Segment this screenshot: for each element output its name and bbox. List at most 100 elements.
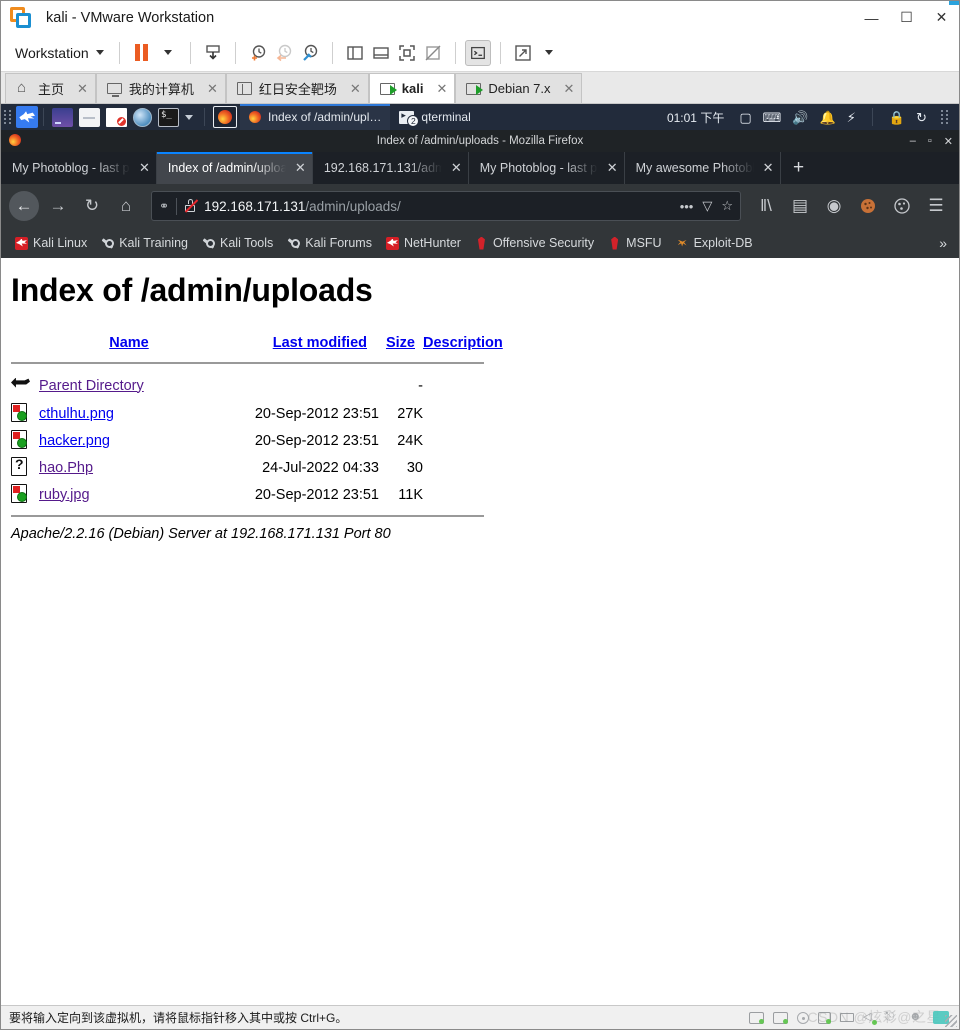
- power-dropdown[interactable]: [155, 40, 181, 66]
- cookie-icon[interactable]: [853, 191, 883, 221]
- file-manager-icon[interactable]: [52, 107, 73, 127]
- sort-name-link[interactable]: Name: [109, 335, 149, 351]
- suspend-button[interactable]: [129, 40, 155, 66]
- power-manager-icon[interactable]: ⚡: [847, 111, 856, 124]
- keyboard-layout-icon[interactable]: ⌨: [763, 111, 782, 124]
- bookmark-nethunter[interactable]: NetHunter: [380, 233, 467, 253]
- browser-tab-4[interactable]: My awesome Photoblo ✕: [625, 152, 781, 184]
- show-desktop-icon[interactable]: ▢: [739, 111, 751, 124]
- pocket-icon[interactable]: ▽: [702, 198, 712, 214]
- bookmarks-overflow-chevron-icon[interactable]: »: [939, 235, 951, 251]
- globe-icon[interactable]: [133, 107, 152, 127]
- manage-snapshots-button[interactable]: [297, 40, 323, 66]
- back-button[interactable]: ←: [9, 191, 39, 221]
- tracking-protection-shield-icon[interactable]: ⚭: [159, 199, 169, 213]
- file-link[interactable]: hacker.png: [39, 433, 110, 449]
- bookmark-kali-tools[interactable]: Kali Tools: [196, 233, 279, 253]
- clock[interactable]: 01:01 下午: [667, 109, 724, 126]
- take-snapshot-button[interactable]: [245, 40, 271, 66]
- printer-icon[interactable]: [840, 1013, 854, 1022]
- panel-handle-icon[interactable]: [4, 109, 13, 126]
- browser-tab-3[interactable]: My Photoblog - last pi ✕: [469, 152, 625, 184]
- task-firefox[interactable]: Index of /admin/upl…: [240, 104, 391, 130]
- container-tabs-icon[interactable]: [887, 191, 917, 221]
- reload-button[interactable]: ↻: [77, 191, 107, 221]
- close-icon[interactable]: ✕: [350, 81, 361, 97]
- vm-tab-debian[interactable]: Debian 7.x ✕: [455, 73, 583, 103]
- sidebar-icon[interactable]: ▤: [785, 191, 815, 221]
- account-icon[interactable]: ◉: [819, 191, 849, 221]
- user-icon[interactable]: [909, 1009, 924, 1024]
- send-ctrl-alt-del-button[interactable]: [200, 40, 226, 66]
- vm-tab-my-computer[interactable]: 我的计算机 ✕: [95, 73, 226, 103]
- show-library-button[interactable]: [342, 40, 368, 66]
- network-adapter-icon[interactable]: [818, 1011, 831, 1024]
- header-name[interactable]: Name: [39, 335, 229, 360]
- resize-grip[interactable]: [945, 1015, 957, 1027]
- unity-button[interactable]: [420, 40, 446, 66]
- forward-button[interactable]: →: [43, 191, 73, 221]
- vm-tab-folder[interactable]: 红日安全靶场 ✕: [225, 73, 369, 103]
- sort-last-modified-link[interactable]: Last modified: [273, 335, 367, 351]
- bookmark-star-icon[interactable]: ☆: [721, 198, 733, 214]
- browser-tab-0[interactable]: My Photoblog - last pi ✕: [1, 152, 157, 184]
- hard-disk-icon[interactable]: [749, 1011, 764, 1024]
- kali-dragon-menu-icon[interactable]: [16, 106, 38, 128]
- file-link[interactable]: cthulhu.png: [39, 406, 114, 422]
- browser-tab-2[interactable]: 192.168.171.131/admin ✕: [313, 152, 469, 184]
- revert-snapshot-button[interactable]: [271, 40, 297, 66]
- bookmark-kali-training[interactable]: Kali Training: [95, 233, 194, 253]
- sound-card-icon[interactable]: [863, 1010, 877, 1025]
- folder-icon[interactable]: [79, 107, 100, 127]
- hard-disk-icon[interactable]: [773, 1011, 788, 1024]
- library-icon[interactable]: ‖\: [751, 191, 781, 221]
- bookmark-kali-linux[interactable]: Kali Linux: [9, 233, 93, 253]
- bookmark-offensive-security[interactable]: Offensive Security: [469, 233, 600, 253]
- file-link[interactable]: ruby.jpg: [39, 487, 90, 503]
- new-tab-button[interactable]: +: [781, 152, 817, 184]
- firefox-launcher-icon[interactable]: [213, 106, 237, 128]
- cd-drive-icon[interactable]: [797, 1011, 809, 1024]
- file-link[interactable]: Parent Directory: [39, 378, 144, 394]
- vm-tab-kali[interactable]: kali ✕: [368, 73, 456, 103]
- page-actions-icon[interactable]: •••: [680, 199, 694, 214]
- close-icon[interactable]: ✕: [451, 160, 462, 176]
- close-button[interactable]: ✕: [944, 135, 953, 148]
- close-icon[interactable]: ✕: [564, 81, 575, 97]
- close-icon[interactable]: ✕: [77, 81, 88, 97]
- lock-screen-icon[interactable]: 🔒: [889, 111, 905, 124]
- address-bar[interactable]: ⚭ 192.168.171.131/admin/uploads/ ••• ▽ ☆: [151, 191, 741, 221]
- close-icon[interactable]: ✕: [607, 160, 618, 176]
- volume-icon[interactable]: 🔊: [792, 111, 808, 124]
- workstation-menu-button[interactable]: Workstation: [9, 42, 110, 64]
- minimize-button[interactable]: –: [910, 135, 916, 147]
- document-icon[interactable]: [106, 107, 127, 127]
- home-button[interactable]: ⌂: [111, 191, 141, 221]
- header-description[interactable]: Description: [423, 335, 503, 360]
- minimize-button[interactable]: —: [854, 1, 889, 34]
- panel-handle-icon[interactable]: [941, 109, 950, 126]
- header-size[interactable]: Size: [379, 335, 423, 360]
- file-link[interactable]: hao.Php: [39, 460, 93, 476]
- sort-description-link[interactable]: Description: [423, 335, 503, 351]
- bookmark-exploit-db[interactable]: Exploit-DB: [670, 233, 759, 253]
- app-menu-icon[interactable]: ☰: [921, 191, 951, 221]
- close-icon[interactable]: ✕: [763, 160, 774, 176]
- task-qterminal[interactable]: 2 qterminal: [390, 104, 479, 130]
- bookmark-msfu[interactable]: MSFU: [602, 233, 667, 253]
- vm-tab-home[interactable]: 主页 ✕: [5, 73, 96, 103]
- close-icon[interactable]: ✕: [207, 81, 218, 97]
- insecure-connection-icon[interactable]: [184, 199, 199, 213]
- header-last-modified[interactable]: Last modified: [229, 335, 379, 360]
- close-button[interactable]: ✕: [924, 1, 959, 34]
- notifications-bell-icon[interactable]: 🔔: [820, 111, 836, 124]
- close-icon[interactable]: ✕: [295, 160, 306, 176]
- terminal-icon[interactable]: [158, 107, 179, 127]
- fullscreen-button[interactable]: [394, 40, 420, 66]
- close-icon[interactable]: ✕: [139, 160, 150, 176]
- logout-icon[interactable]: ↻: [916, 111, 927, 124]
- browser-tab-1[interactable]: Index of /admin/upload ✕: [156, 152, 313, 184]
- chevron-down-icon[interactable]: [185, 114, 193, 120]
- show-thumbnail-bar-button[interactable]: [368, 40, 394, 66]
- maximize-button[interactable]: ▫: [928, 135, 932, 147]
